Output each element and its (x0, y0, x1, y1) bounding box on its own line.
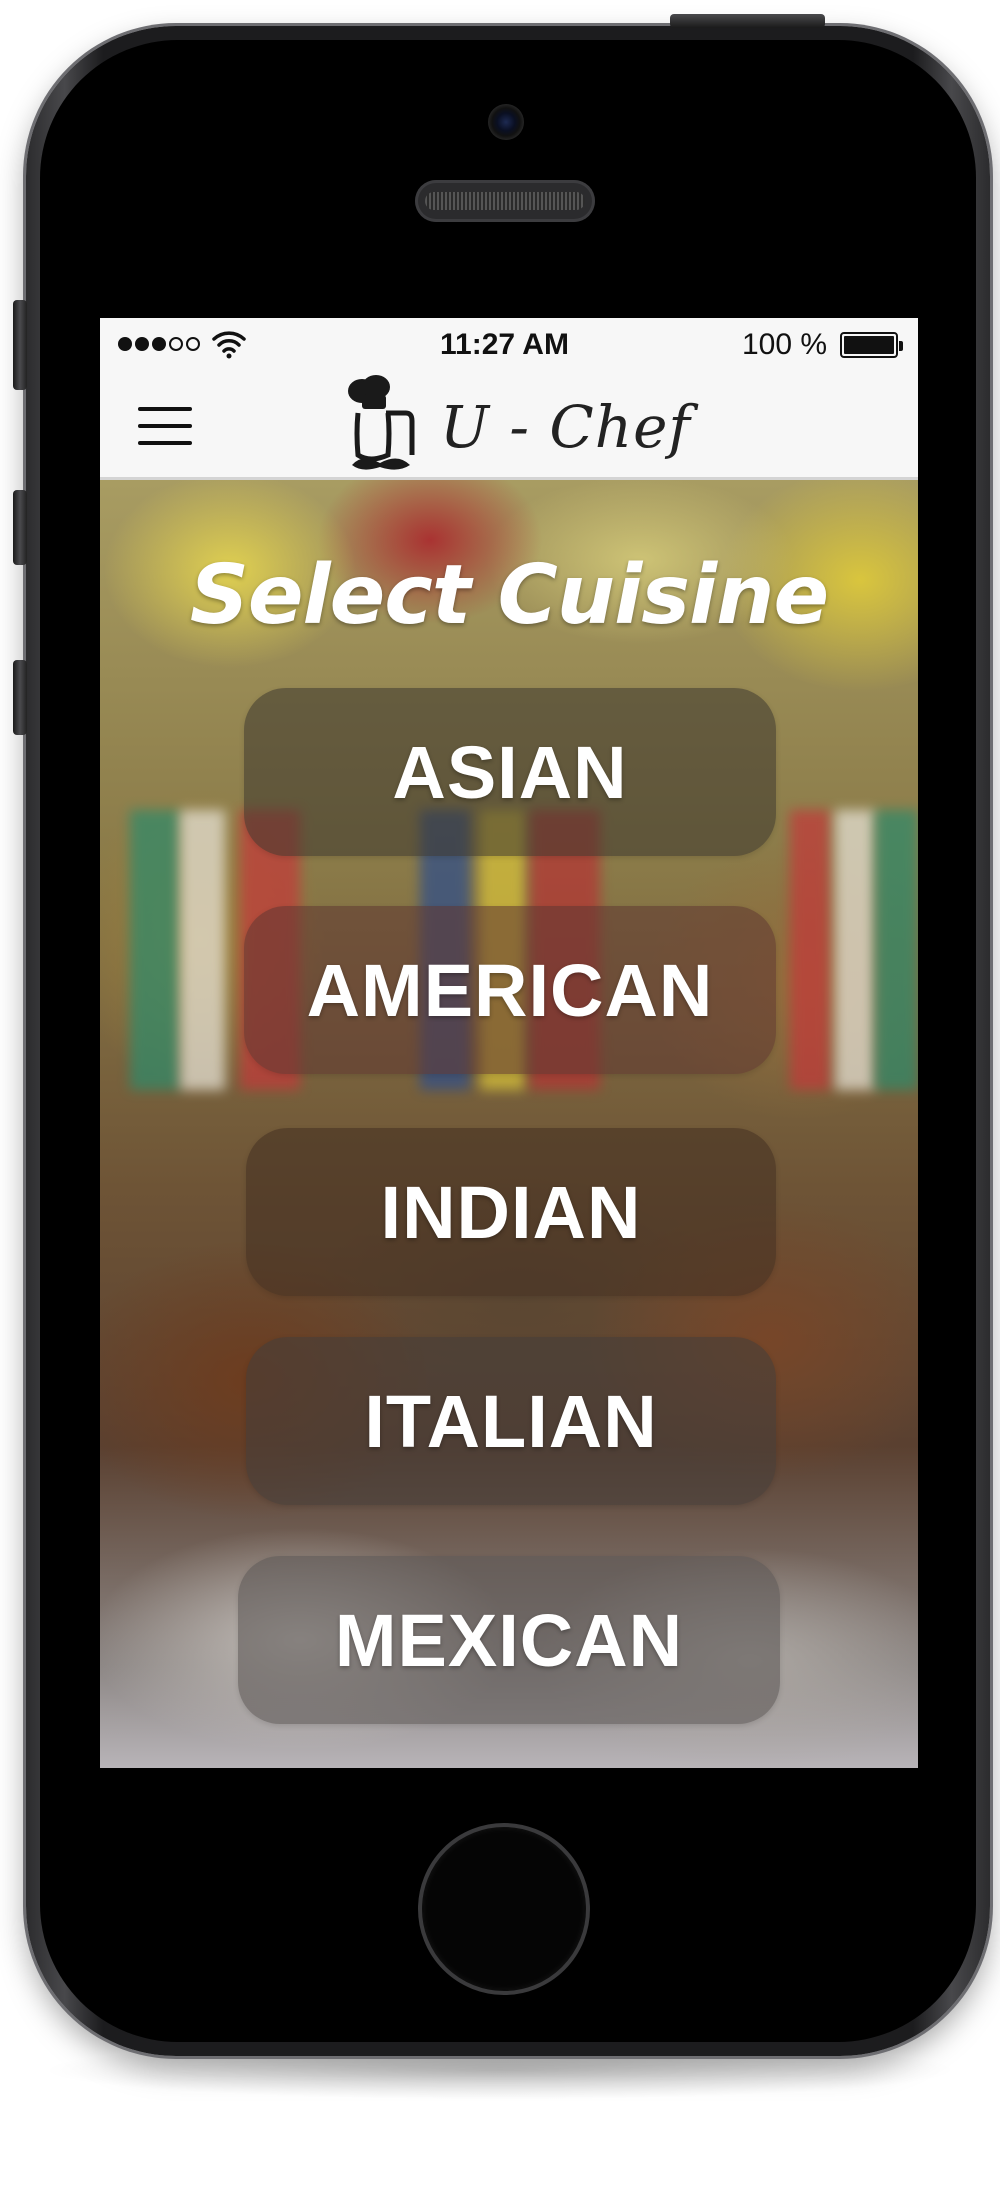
cuisine-button-italian[interactable]: ITALIAN (246, 1337, 776, 1505)
background-stripe (875, 810, 918, 1090)
background-stripe (790, 810, 830, 1090)
signal-icon (118, 337, 200, 351)
volume-down-button (13, 660, 27, 735)
volume-up-button (13, 490, 27, 565)
chef-logo-icon (348, 375, 415, 470)
page-title: Select Cuisine (189, 548, 829, 643)
power-button (670, 14, 825, 28)
status-time: 11:27 AM (440, 328, 569, 361)
home-button[interactable] (418, 1823, 590, 1995)
cuisine-button-asian[interactable]: ASIAN (244, 688, 776, 856)
front-camera (488, 104, 524, 140)
battery-percentage: 100 % (742, 328, 828, 361)
mute-switch (13, 300, 27, 390)
app-screen: 11:27 AM 100 % U - Chef Select Cuisine A… (100, 318, 918, 1768)
menu-icon[interactable] (138, 407, 192, 447)
cuisine-button-indian[interactable]: INDIAN (246, 1128, 776, 1296)
background-stripe (835, 810, 875, 1090)
cuisine-button-american[interactable]: AMERICAN (244, 906, 776, 1074)
cuisine-button-mexican[interactable]: MEXICAN (238, 1556, 780, 1724)
app-name: U - Chef (440, 393, 691, 461)
cuisine-content: Select Cuisine ASIAN AMERICAN INDIAN ITA… (100, 480, 918, 1768)
earpiece-speaker (415, 180, 595, 222)
navigation-bar: U - Chef (100, 373, 918, 480)
wifi-icon (212, 331, 246, 359)
status-bar: 11:27 AM 100 % (100, 318, 918, 373)
background-stripe (130, 810, 180, 1090)
background-stripe (180, 810, 225, 1090)
battery-icon (840, 332, 903, 358)
